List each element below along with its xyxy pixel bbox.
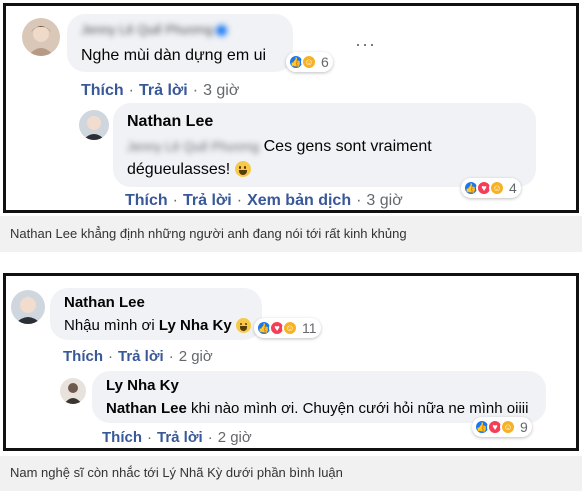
haha-icon: ☺ (500, 419, 516, 435)
comment-screenshot-1: Jenny Lê Quế Phương Nghe mùi dàn dựng em… (3, 3, 579, 213)
like-button[interactable]: Thích (63, 348, 103, 365)
reaction-summary[interactable]: 👍 ☺ 6 (286, 52, 333, 72)
reply-button[interactable]: Trả lời (157, 429, 203, 446)
mention-link[interactable]: Ly Nha Ky (159, 317, 232, 334)
reply-text-line2: dégueulasses! (127, 161, 251, 179)
reply-button[interactable]: Trả lời (118, 348, 164, 365)
reaction-count: 11 (302, 320, 317, 336)
reply-author[interactable]: Ly Nha Ky (106, 377, 179, 394)
reaction-summary[interactable]: 👍 ♥ ☺ 11 (254, 318, 321, 338)
timestamp[interactable]: 2 giờ (218, 429, 252, 446)
laughing-emoji-icon (234, 161, 251, 177)
reply-author[interactable]: Nathan Lee (127, 113, 213, 131)
haha-icon: ☺ (301, 54, 317, 70)
comment-bubble: Nathan Lee Nhậu mình ơi Ly Nha Ky (50, 288, 262, 340)
see-translation-button[interactable]: Xem bản dịch (247, 192, 351, 210)
haha-icon: ☺ (282, 320, 298, 336)
comment-screenshot-2: Nathan Lee Nhậu mình ơi Ly Nha Ky 👍 ♥ ☺ … (3, 273, 579, 451)
comment-actions: Thích · Trả lời · 2 giờ (63, 348, 213, 365)
avatar[interactable] (60, 378, 86, 404)
reply-button[interactable]: Trả lời (183, 192, 232, 210)
reaction-summary[interactable]: 👍 ♥ ☺ 4 (461, 178, 521, 198)
comment-bubble: Jenny Lê Quế Phương Nghe mùi dàn dựng em… (67, 14, 293, 72)
timestamp[interactable]: 3 giờ (203, 82, 239, 100)
reply-text: Jenny Lê Quế Phương Ces gens sont vraime… (127, 138, 432, 155)
caption-band: Nathan Lee khẳng định những người anh đa… (0, 216, 582, 252)
reply-actions: Thích · Trả lời · 2 giờ (102, 429, 252, 446)
image-caption: Nathan Lee khẳng định những người anh đa… (10, 226, 407, 241)
haha-icon: ☺ (489, 180, 505, 196)
reply-actions: Thích · Trả lời · Xem bản dịch · 3 giờ (125, 192, 403, 210)
more-options-icon[interactable]: ··· (355, 34, 376, 55)
like-button[interactable]: Thích (102, 429, 142, 446)
reaction-summary[interactable]: 👍 ♥ ☺ 9 (472, 417, 532, 437)
comment-text: Nghe mùi dàn dựng em ui (81, 47, 267, 64)
comment-author[interactable]: Nathan Lee (64, 294, 145, 311)
reply-text: Nathan Lee khi nào mình ơi. Chuyện cưới … (106, 400, 529, 417)
avatar[interactable] (22, 18, 60, 56)
comment-actions: Thích · Trả lời · 3 giờ (81, 82, 240, 100)
mention-link[interactable]: Nathan Lee (106, 400, 187, 417)
reply-button[interactable]: Trả lời (139, 82, 188, 100)
image-caption: Nam nghệ sĩ còn nhắc tới Lý Nhã Kỳ dưới … (10, 465, 343, 480)
like-button[interactable]: Thích (81, 82, 124, 100)
comment-text: Nhậu mình ơi Ly Nha Ky (64, 317, 251, 334)
comment-author[interactable]: Jenny Lê Quế Phương (81, 22, 228, 37)
avatar[interactable] (79, 110, 109, 140)
avatar[interactable] (11, 290, 45, 324)
verified-icon (216, 25, 228, 37)
mention-link[interactable]: Jenny Lê Quế Phương (127, 139, 259, 154)
timestamp[interactable]: 2 giờ (179, 348, 213, 365)
reaction-count: 4 (509, 180, 517, 196)
caption-band: Nam nghệ sĩ còn nhắc tới Lý Nhã Kỳ dưới … (0, 456, 582, 491)
like-button[interactable]: Thích (125, 192, 168, 210)
laughing-emoji-icon (235, 318, 251, 333)
reply-bubble: Nathan Lee Jenny Lê Quế Phương Ces gens … (113, 103, 536, 187)
timestamp[interactable]: 3 giờ (366, 192, 402, 210)
reply-bubble: Ly Nha Ky Nathan Lee khi nào mình ơi. Ch… (92, 371, 546, 423)
reaction-count: 6 (321, 54, 329, 70)
reaction-count: 9 (520, 419, 528, 435)
